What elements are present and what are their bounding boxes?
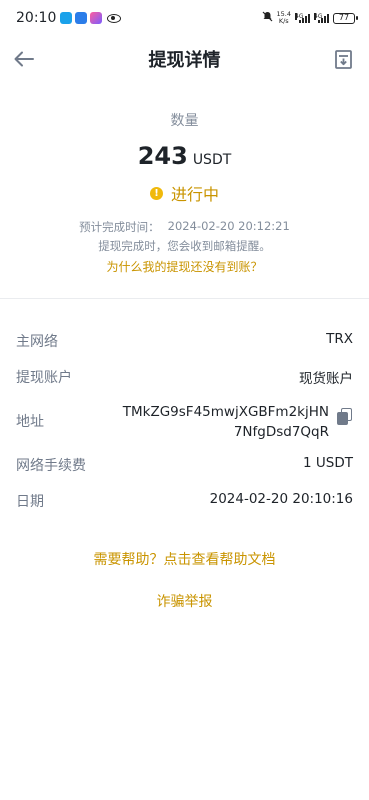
address-value: TMkZG9sF45mwjXGBFm2kjHN 7NfgDsd7QqR <box>123 402 329 442</box>
divider <box>0 298 369 299</box>
eta-row: 预计完成时间： 2024-02-20 20:12:21 <box>0 219 369 235</box>
amount-unit: USDT <box>192 152 232 168</box>
address-label: 地址 <box>16 414 44 430</box>
status-row: ! 进行中 <box>0 181 369 205</box>
amount-label: 数量 <box>170 113 199 129</box>
header: 提现详情 <box>0 36 369 82</box>
address-line-2: 7NfgDsd7QqR <box>233 424 329 440</box>
fee-label: 网络手续费 <box>16 458 86 474</box>
export-icon <box>334 49 352 69</box>
copy-icon[interactable] <box>337 408 353 426</box>
address-row: 地址 TMkZG9sF45mwjXGBFm2kjHN 7NfgDsd7QqR <box>16 402 353 442</box>
status-bar: 20:10 15.4 K/s 4G 4G 77 <box>0 0 369 36</box>
network-speed: 15.4 K/s <box>277 11 291 25</box>
address-line-1: TMkZG9sF45mwjXGBFm2kjHN <box>122 404 329 420</box>
help-docs-link[interactable]: 需要帮助？点击查看帮助文档 <box>0 549 369 569</box>
date-value: 2024-02-20 20:10:16 <box>209 491 353 507</box>
pending-icon: ! <box>149 186 163 200</box>
app-notification-icon <box>90 12 103 24</box>
mute-icon <box>262 11 273 25</box>
battery-icon: 77 <box>333 12 358 24</box>
amount-value: 243 <box>137 142 188 170</box>
account-label: 提现账户 <box>16 370 72 386</box>
address-value-wrap: TMkZG9sF45mwjXGBFm2kjHN 7NfgDsd7QqR <box>123 402 353 442</box>
network-value: TRX <box>326 331 353 347</box>
fraud-report-link[interactable]: 诈骗举报 <box>0 591 369 611</box>
email-notice: 提现完成时，您会收到邮箱提醒。 <box>98 239 271 253</box>
status-text: 进行中 <box>170 185 219 204</box>
arrow-left-icon <box>14 51 34 67</box>
notification-icons <box>60 12 122 24</box>
page-title: 提现详情 <box>148 50 221 71</box>
why-not-arrived-link[interactable]: 为什么我的提现还没有到账？ <box>0 258 369 275</box>
signal-label: 4G <box>314 13 323 20</box>
signal-icon: 4G <box>295 13 310 23</box>
app-notification-icon <box>75 12 88 24</box>
amount-row: 243 USDT <box>0 142 369 170</box>
date-row: 日期 2024-02-20 20:10:16 <box>16 491 353 511</box>
eta-label: 预计完成时间： <box>79 220 160 234</box>
back-button[interactable] <box>12 47 36 71</box>
eta-value: 2024-02-20 20:12:21 <box>167 219 290 233</box>
network-speed-unit: K/s <box>278 17 289 25</box>
export-button[interactable] <box>331 47 355 71</box>
network-row: 主网络 TRX <box>16 331 353 351</box>
eye-icon <box>107 13 122 23</box>
app-notification-icon <box>60 12 73 24</box>
status-time: 20:10 <box>16 10 57 26</box>
date-label: 日期 <box>16 494 44 510</box>
status-indicators: 15.4 K/s 4G 4G 77 <box>262 0 358 36</box>
account-row: 提现账户 现货账户 <box>16 367 353 387</box>
fee-value: 1 USDT <box>303 455 353 471</box>
network-label: 主网络 <box>16 334 58 350</box>
withdrawal-summary: 数量 243 USDT ! 进行中 预计完成时间： 2024-02-20 20:… <box>0 110 369 275</box>
signal-icon: 4G <box>314 13 329 23</box>
fee-row: 网络手续费 1 USDT <box>16 455 353 475</box>
account-value: 现货账户 <box>299 371 353 387</box>
signal-label: 4G <box>295 13 304 20</box>
